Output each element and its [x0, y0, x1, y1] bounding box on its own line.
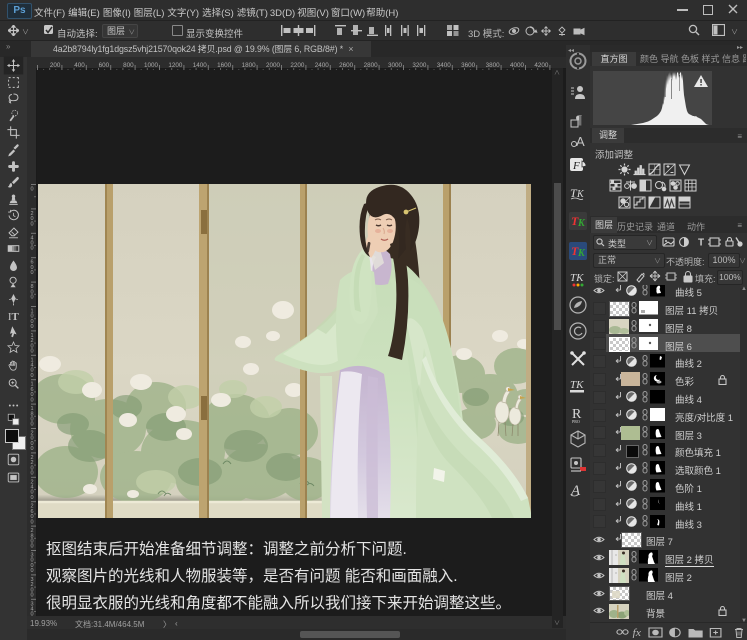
- svg-text:2800: 2800: [364, 62, 379, 69]
- svg-text:0: 0: [30, 568, 33, 574]
- svg-text:¶: ¶: [576, 112, 582, 127]
- svg-text:4000: 4000: [510, 62, 525, 69]
- svg-text:800: 800: [123, 62, 134, 69]
- svg-text:0: 0: [30, 544, 33, 550]
- svg-text:1200: 1200: [168, 62, 183, 69]
- svg-text:0: 0: [30, 373, 33, 379]
- svg-text:4200: 4200: [534, 62, 549, 69]
- svg-text:2200: 2200: [290, 62, 305, 69]
- svg-text:1400: 1400: [193, 62, 208, 69]
- svg-text:F: F: [572, 160, 580, 172]
- svg-text:1800: 1800: [242, 62, 257, 69]
- svg-text:T: T: [11, 311, 19, 323]
- svg-text:1000: 1000: [144, 62, 159, 69]
- svg-text:400: 400: [74, 62, 85, 69]
- svg-text:TK: TK: [570, 379, 584, 391]
- svg-text:0: 0: [30, 397, 33, 403]
- svg-text:0: 0: [30, 187, 33, 193]
- svg-text:3200: 3200: [412, 62, 427, 69]
- svg-text:0: 0: [30, 446, 33, 452]
- svg-text:2400: 2400: [315, 62, 330, 69]
- svg-text:fx: fx: [633, 628, 642, 638]
- svg-text:3800: 3800: [486, 62, 501, 69]
- svg-text:2600: 2600: [339, 62, 354, 69]
- svg-text:3000: 3000: [388, 62, 403, 69]
- svg-text:0: 0: [30, 295, 33, 301]
- svg-text:0: 0: [30, 324, 33, 330]
- svg-text:A: A: [570, 483, 581, 499]
- svg-text:200: 200: [50, 62, 61, 69]
- svg-text:0: 0: [30, 246, 33, 252]
- svg-text:0: 0: [30, 422, 33, 428]
- svg-text:TK: TK: [570, 272, 584, 284]
- svg-text:PRO: PRO: [572, 419, 580, 424]
- svg-text:1600: 1600: [217, 62, 232, 69]
- svg-text:0: 0: [30, 270, 33, 276]
- svg-text:0: 0: [30, 349, 33, 355]
- svg-text:K: K: [577, 248, 586, 259]
- svg-text:0: 0: [30, 221, 33, 227]
- svg-text:T: T: [698, 238, 704, 249]
- svg-text:2000: 2000: [266, 62, 281, 69]
- svg-text:0: 0: [30, 593, 33, 599]
- svg-text:600: 600: [99, 62, 110, 69]
- svg-text:0: 0: [30, 495, 33, 501]
- svg-text:3600: 3600: [461, 62, 476, 69]
- svg-text:3400: 3400: [437, 62, 452, 69]
- svg-text:0: 0: [30, 471, 33, 477]
- svg-text:0: 0: [30, 519, 33, 525]
- svg-text:K: K: [577, 218, 586, 229]
- svg-text:A: A: [576, 134, 585, 149]
